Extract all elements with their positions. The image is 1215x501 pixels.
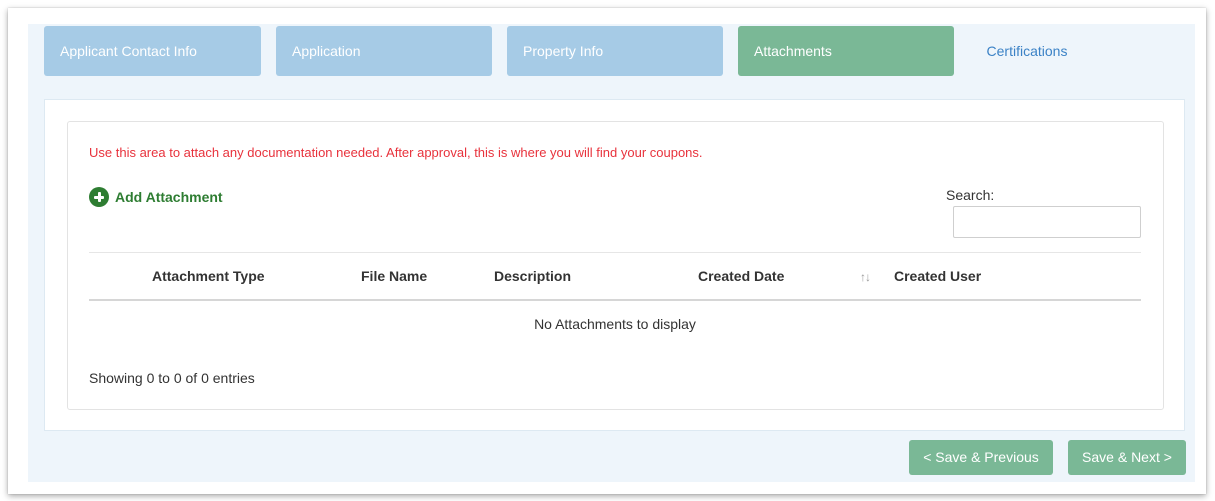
column-header-created-user[interactable]: Created User [894,268,981,284]
table-header-divider [89,299,1141,301]
tab-attachments[interactable]: Attachments [738,26,954,76]
column-header-description[interactable]: Description [494,268,571,284]
add-attachment-label: Add Attachment [115,189,223,205]
search-label: Search: [946,187,995,203]
column-header-file-name[interactable]: File Name [361,268,427,284]
table-empty-message: No Attachments to display [534,316,696,332]
tab-property-info[interactable]: Property Info [507,26,723,76]
add-attachment-button[interactable]: Add Attachment [89,186,223,208]
tab-application[interactable]: Application [276,26,492,76]
save-previous-button[interactable]: < Save & Previous [909,440,1053,475]
save-next-button[interactable]: Save & Next > [1068,440,1186,475]
table-info: Showing 0 to 0 of 0 entries [89,370,255,386]
attachments-card [67,121,1164,410]
attachments-notice: Use this area to attach any documentatio… [89,145,703,160]
table-top-divider [89,252,1141,253]
column-header-attachment-type[interactable]: Attachment Type [152,268,265,284]
tab-certifications[interactable]: Certifications [954,26,1100,76]
search-input[interactable] [953,206,1141,238]
sort-icon[interactable]: ↑↓ [860,270,871,284]
tab-applicant-contact-info[interactable]: Applicant Contact Info [44,26,261,76]
column-header-created-date[interactable]: Created Date [698,268,784,284]
plus-circle-icon [89,187,109,207]
